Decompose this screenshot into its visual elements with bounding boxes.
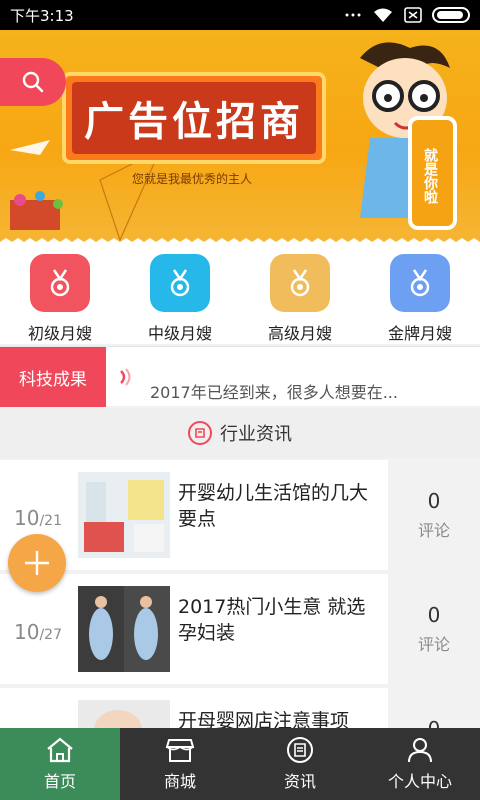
- battery-icon: [432, 7, 470, 23]
- ticker-text: 2017年已经到来，很多人想要在...: [150, 383, 398, 402]
- section-title: 行业资讯: [220, 424, 292, 445]
- category-row: 初级月嫂 中级月嫂 高级月嫂 金牌月嫂: [0, 248, 480, 344]
- comment-count: 0: [427, 603, 441, 627]
- category-gold[interactable]: 金牌月嫂: [360, 248, 480, 344]
- search-button[interactable]: [0, 58, 66, 106]
- category-label: 初级月嫂: [27, 324, 92, 343]
- user-icon: [408, 738, 432, 763]
- news-tag-icon: [188, 421, 212, 445]
- comment-box[interactable]: 0 评论: [388, 460, 480, 570]
- medal-icon: [50, 269, 70, 297]
- cartoon-character-icon: [360, 42, 457, 230]
- phone-text: 就是你啦: [422, 148, 438, 204]
- category-senior[interactable]: 高级月嫂: [240, 248, 360, 344]
- article-title: 开婴幼儿生活馆的几大要点: [178, 482, 369, 530]
- comment-label: 评论: [417, 635, 450, 654]
- sound-icon: [120, 368, 131, 386]
- ad-subtitle: 您就是我最优秀的主人: [132, 172, 253, 186]
- article-thumbnail: [78, 472, 170, 558]
- medal-icon: [290, 269, 310, 297]
- news-ticker[interactable]: 科技成果 2017年已经到来，很多人想要在...: [0, 346, 480, 407]
- category-junior[interactable]: 初级月嫂: [0, 248, 120, 344]
- comment-label: 评论: [417, 521, 450, 540]
- news-icon: [287, 737, 313, 763]
- ad-banner[interactable]: 广告位招商 您就是我最优秀的主人 就是你啦: [0, 30, 480, 248]
- cat-icon-bg: [270, 254, 330, 312]
- article-date: 10/27: [14, 620, 62, 644]
- article-thumbnail: [78, 586, 170, 672]
- wifi-icon: [374, 8, 392, 22]
- ad-title: 广告位招商: [84, 99, 304, 145]
- more-icon: [345, 13, 361, 17]
- search-icon: [22, 71, 44, 93]
- comment-count: 0: [427, 489, 441, 513]
- ticker-tag: 科技成果: [0, 347, 106, 407]
- article-title: 2017热门小生意 就选孕妇装: [178, 596, 366, 644]
- category-label: 中级月嫂: [147, 324, 212, 343]
- cat-icon-bg: [390, 254, 450, 312]
- status-bar: 下午3:13: [0, 0, 480, 30]
- tab-home[interactable]: 首页: [0, 728, 120, 800]
- tab-label: 资讯: [283, 772, 316, 791]
- medal-icon: [410, 269, 430, 297]
- bottom-tab-bar: 首页 商城 资讯 个人中心: [0, 728, 480, 800]
- tab-label: 商城: [163, 772, 196, 791]
- category-intermediate[interactable]: 中级月嫂: [120, 248, 240, 344]
- section-header: 行业资讯: [0, 408, 480, 458]
- category-label: 金牌月嫂: [387, 324, 452, 343]
- zigzag-edge-icon: [0, 238, 480, 248]
- shop-icon: [165, 739, 195, 762]
- no-sim-icon: [404, 7, 422, 23]
- tab-label: 个人中心: [387, 772, 452, 791]
- category-label: 高级月嫂: [267, 324, 332, 343]
- tab-label: 首页: [43, 772, 76, 791]
- tab-shop[interactable]: 商城: [120, 728, 240, 800]
- article-date: 10/21: [14, 506, 62, 530]
- tab-profile[interactable]: 个人中心: [360, 728, 480, 800]
- cat-icon-bg: [150, 254, 210, 312]
- status-time: 下午3:13: [10, 6, 74, 25]
- plus-icon: [25, 551, 49, 575]
- status-icons: [344, 7, 470, 23]
- medal-icon: [170, 269, 190, 297]
- article-item[interactable]: 10/27 2017热门小生意 就选孕妇装 0 评论: [0, 574, 480, 684]
- tab-news[interactable]: 资讯: [240, 728, 360, 800]
- cat-icon-bg: [30, 254, 90, 312]
- article-item[interactable]: 10/21 开婴幼儿生活馆的几大要点 0 评论: [0, 460, 480, 570]
- ad-title-box: 广告位招商: [62, 72, 326, 164]
- home-icon: [47, 737, 73, 763]
- comment-box[interactable]: 0 评论: [388, 574, 480, 684]
- add-button[interactable]: [8, 534, 66, 592]
